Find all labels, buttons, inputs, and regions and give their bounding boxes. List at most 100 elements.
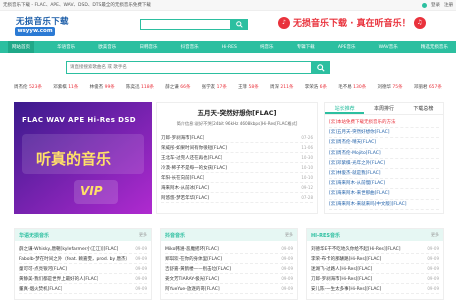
section-title[interactable]: 华语无损音乐 xyxy=(19,232,49,239)
artist-tags: 周杰伦 523条 邓紫棋 11条 林俊杰 99条 陈奕迅 118条 薛之谦 66… xyxy=(14,84,442,90)
artist-tag[interactable]: 毛不易 130条 xyxy=(338,84,366,90)
list-item[interactable]: [云]周杰伦-晴天[FLAC] xyxy=(329,138,439,149)
main-search xyxy=(66,61,330,74)
artist-tag[interactable]: 王菲 58条 xyxy=(238,84,259,90)
list-item[interactable]: [云]邓紫棋-光年之外[FLAC] xyxy=(329,159,439,169)
list-item[interactable]: 刘德华E干不吃地久你给不起[Hi-Res][FLAC] 09-09 xyxy=(311,244,439,254)
list-item[interactable]: 童可可-点亮银河[FLAC] 09-09 xyxy=(19,264,147,274)
more-link[interactable]: 更多 xyxy=(139,232,147,238)
banner-headline: 听真的音乐 xyxy=(36,150,112,168)
nav-item-douyin[interactable]: 抖音音乐 xyxy=(181,44,199,50)
artist-tag[interactable]: 周杰伦 523条 xyxy=(14,84,42,90)
banner-vip: VIP xyxy=(80,184,103,198)
featured-album: 五月天-突然好想你[FLAC] 简介信息:说好不哭[24bit 96kHz 46… xyxy=(156,102,318,214)
nav-item-chinese[interactable]: 华语音乐 xyxy=(57,44,75,50)
main-nav: 网站首页 华语音乐 欧美音乐 日韩音乐 抖音音乐 Hi-RES 纯音乐 专辑下载… xyxy=(0,41,456,53)
header-search-button[interactable] xyxy=(230,19,248,30)
artist-tag[interactable]: 薛之谦 66条 xyxy=(165,84,190,90)
header-search-input[interactable] xyxy=(140,19,230,30)
main-search-input[interactable] xyxy=(66,61,312,74)
list-item[interactable]: 董真-烟火焚机[FLAC] 09-09 xyxy=(19,284,147,294)
promo-banner[interactable]: FLAC WAV APE Hi-Res DSD 听真的音乐 VIP xyxy=(14,102,152,214)
list-item[interactable]: [云]海来阿木-从前慢[FLAC] xyxy=(329,179,439,190)
artist-tag[interactable]: 邓丽君 657条 xyxy=(414,84,442,90)
artist-tag[interactable]: 刘德华 75条 xyxy=(377,84,402,90)
artist-tag[interactable]: 李荣浩 6条 xyxy=(305,84,327,90)
artist-tag[interactable]: 邓紫棋 11条 xyxy=(53,84,78,90)
logo-domain: wsyyw.com xyxy=(15,27,55,36)
search-icon xyxy=(235,21,243,28)
list-item[interactable]: 郑琪欢-在你的身体里[FLAC] 09-09 xyxy=(165,254,293,264)
header-search xyxy=(140,19,248,30)
album-title[interactable]: 五月天-突然好想你[FLAC] xyxy=(161,107,313,117)
list-item[interactable]: 迷湖飞-过路人[Hi-Res][FLAC] 09-09 xyxy=(311,264,439,274)
logo-brand: 无损音乐下载 xyxy=(16,17,69,27)
top-bar: 无损音乐下载 - FLAC、APE、WAV、DSD、DTS最全的无损音乐免费下载… xyxy=(0,0,456,11)
slogan: ♪ 无损音乐下载 · 真在听音乐！ ♫ xyxy=(278,16,426,29)
list-item[interactable]: [云]海来阿木-来就来吗[中文版][FLAC] xyxy=(329,200,439,210)
tab-downloads[interactable]: 下载总榜 xyxy=(404,103,443,114)
list-item[interactable]: 薛之谦-Whisky,唐朝[kylefarmer小江江]][FLAC] 09-09 xyxy=(19,244,147,254)
nav-item-wav[interactable]: WAV音乐 xyxy=(379,44,398,50)
list-item[interactable]: [云]五月天-突然好想你[FLAC] xyxy=(329,128,439,139)
slogan-text: 无损音乐下载 · 真在听音乐！ xyxy=(293,19,411,29)
list-item[interactable]: [云]海来阿木-来世那曲[FLAC] xyxy=(329,189,439,200)
nav-item-home[interactable]: 网站首页 xyxy=(8,41,34,53)
nav-item-jpkr[interactable]: 日韩音乐 xyxy=(139,44,157,50)
banner-formats: FLAC WAV APE Hi-Res DSD xyxy=(22,116,136,124)
list-item[interactable]: 黄静美-我们都是世界上最好的人[FLAC] 09-09 xyxy=(19,274,147,284)
nav-item-featured[interactable]: 精选无损音乐 xyxy=(421,44,448,50)
list-item[interactable]: 王北车-过完人还在再也[FLAC] 10-30 xyxy=(161,153,313,163)
artist-tag[interactable]: 陈奕迅 118条 xyxy=(126,84,154,90)
list-item[interactable]: 年阳-长在向前[FLAC] 10-10 xyxy=(161,173,313,183)
list-item[interactable]: 阿YueYue-放逐的哥[FLAC] 09-09 xyxy=(165,284,293,294)
nav-item-ape[interactable]: APE音乐 xyxy=(338,44,356,50)
site-logo[interactable]: 无损音乐下载 wsyyw.com xyxy=(14,13,78,39)
nav-item-western[interactable]: 欧美音乐 xyxy=(98,44,116,50)
auth-links: 登录 注册 xyxy=(422,2,453,8)
list-item[interactable]: 李荣-布卡的那酬路[Hi-Res][FLAC] 09-09 xyxy=(311,254,439,264)
nav-item-pure[interactable]: 纯音乐 xyxy=(260,44,274,50)
music-note-icon: ♫ xyxy=(413,16,426,29)
list-item[interactable]: 安儿陈-一生太多事[Hi-Res][FLAC] 09-09 xyxy=(311,284,439,294)
list-item[interactable]: 海来阿木-从前冰[FLAC] 09-12 xyxy=(161,183,313,193)
artist-tag[interactable]: 林俊杰 99条 xyxy=(90,84,115,90)
section-chinese: 华语无损音乐 更多 薛之谦-Whisky,唐朝[kylefarmer小江江]][… xyxy=(14,228,152,300)
section-douyin: 抖音音乐 更多 Miko韩涵-恶魔摇环[FLAC] 09-09 郑琪欢-在你的身体… xyxy=(160,228,298,300)
nav-item-albums[interactable]: 专辑下载 xyxy=(297,44,315,50)
list-item[interactable]: [云]本站免费下载无损音乐的方法 xyxy=(329,118,439,129)
album-desc: 简介信息:说好不哭[24bit 96kHz 4608kbps]Hi-Res[FL… xyxy=(176,121,298,126)
list-item[interactable]: 吉舒嘉-黄鹤楼——别击垃[FLAC] 09-09 xyxy=(165,264,293,274)
list-item[interactable]: 荣威彤-如果时间有你很短[FLAC] 11-06 xyxy=(161,143,313,153)
list-item[interactable]: Miko韩涵-恶魔摇环[FLAC] 09-09 xyxy=(165,244,293,254)
section-title[interactable]: 抖音音乐 xyxy=(165,232,185,239)
more-link[interactable]: 更多 xyxy=(285,232,293,238)
list-item[interactable]: 刀郎-罗刹海市[FLAC] 07-26 xyxy=(161,133,313,143)
list-item[interactable]: Fabolb-梦在时间之外（feat. 赖嘉雯，prod. by 唐杰） 09-0… xyxy=(19,254,147,264)
album-track-list: 刀郎-罗刹海市[FLAC] 07-26 荣威彤-如果时间有你很短[FLAC] 11-… xyxy=(161,133,313,203)
list-item[interactable]: [云]林俊杰-就是我[FLAC] xyxy=(329,169,439,180)
tab-weekly[interactable]: 本周排行 xyxy=(364,103,403,114)
site-notice: 无损音乐下载 - FLAC、APE、WAV、DSD、DTS最全的无损音乐免费下载 xyxy=(3,3,151,8)
user-icon xyxy=(422,2,427,8)
list-item[interactable]: 阿悠悠-梦若年华[FLAC] 07-28 xyxy=(161,193,313,203)
rank-panel: 站长推荐 本周排行 下载总榜 [云]本站免费下载无损音乐的方法 [云]五月天-突… xyxy=(324,102,444,214)
list-item[interactable]: [云]周杰伦-Mojito[FLAC] xyxy=(329,149,439,159)
register-link[interactable]: 注册 xyxy=(444,2,453,8)
tab-recommend[interactable]: 站长推荐 xyxy=(325,103,365,114)
rank-tabs: 站长推荐 本周排行 下载总榜 xyxy=(325,103,443,115)
section-title[interactable]: HI-RES音乐 xyxy=(311,232,340,239)
list-item[interactable]: 冷漠-稀子不是每一的女孩[FLAC] 10-10 xyxy=(161,163,313,173)
more-link[interactable]: 更多 xyxy=(431,232,439,238)
nav-item-hires[interactable]: Hi-RES xyxy=(222,45,237,50)
artist-tag[interactable]: 张学友 17条 xyxy=(202,84,227,90)
headphones-icon: ♪ xyxy=(278,16,290,29)
list-item[interactable]: 刀郎-罗刹海市[Hi-Res][FLAC] 09-09 xyxy=(311,274,439,284)
rank-list: [云]本站免费下载无损音乐的方法 [云]五月天-突然好想你[FLAC] [云]周… xyxy=(325,115,443,213)
list-item[interactable]: 姜文芳TIARAY-极光[FLAC] 09-09 xyxy=(165,274,293,284)
section-hires: HI-RES音乐 更多 刘德华E干不吃地久你给不起[Hi-Res][FLAC] 0… xyxy=(306,228,444,300)
header: 无损音乐下载 wsyyw.com ♪ 无损音乐下载 · 真在听音乐！ ♫ xyxy=(0,11,456,41)
artist-tag[interactable]: 周深 211条 xyxy=(270,84,294,90)
main-search-button[interactable] xyxy=(312,61,330,74)
login-link[interactable]: 登录 xyxy=(431,2,440,8)
